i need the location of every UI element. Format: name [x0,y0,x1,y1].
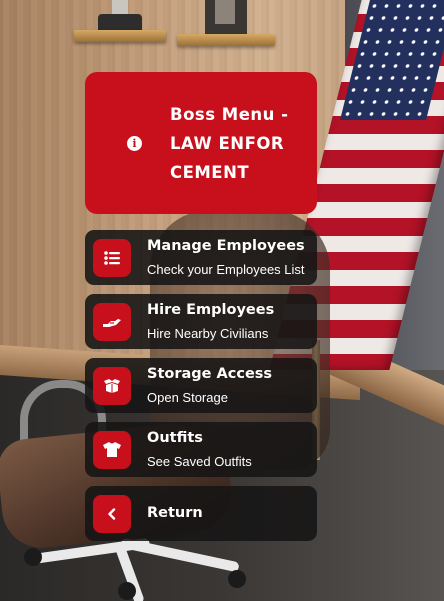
manage-employees-button[interactable]: Manage Employees Check your Employees Li… [85,230,317,285]
menu-title: Boss Menu - LAW ENFORCEMENT [170,104,289,182]
menu-item-title: Return [147,504,203,521]
menu-item-subtitle: Check your Employees List [147,262,305,277]
wall-shelf [74,30,166,42]
hire-employees-button[interactable]: Hire Employees Hire Nearby Civilians [85,294,317,349]
shirt-icon [93,430,131,469]
menu-item-title: Storage Access [147,366,273,382]
menu-item-title: Manage Employees [147,238,305,254]
info-icon: i [127,135,142,151]
box-open-icon [93,366,131,405]
storage-access-button[interactable]: Storage Access Open Storage [85,358,317,413]
menu-item-subtitle: See Saved Outfits [147,454,252,469]
list-icon [93,238,131,277]
wall-shelf [177,34,275,46]
menu-item-title: Hire Employees [147,302,275,318]
trophy [205,0,247,36]
menu-item-subtitle: Hire Nearby Civilians [147,326,269,341]
menu-item-subtitle: Open Storage [147,390,228,405]
outfits-button[interactable]: Outfits See Saved Outfits [85,422,317,477]
boss-menu: i Boss Menu - LAW ENFORCEMENT Manage Emp… [85,72,317,550]
return-button[interactable]: Return [85,486,317,541]
menu-header: i Boss Menu - LAW ENFORCEMENT [85,72,317,214]
menu-items: Manage Employees Check your Employees Li… [85,230,317,541]
menu-item-title: Outfits [147,430,203,446]
handshake-icon [93,302,131,341]
chevron-left-icon [93,494,131,533]
